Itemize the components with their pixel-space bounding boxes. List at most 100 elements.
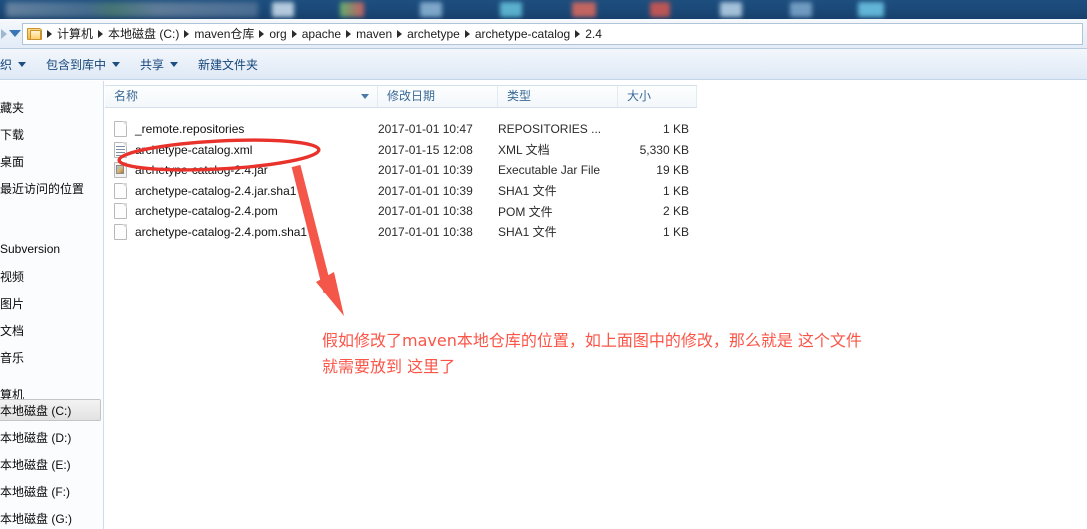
file-name-cell[interactable]: _remote.repositories xyxy=(105,121,378,138)
file-icon xyxy=(114,182,127,199)
include-in-library-button[interactable]: 包含到库中 xyxy=(36,52,130,76)
history-dropdown-icon[interactable] xyxy=(9,30,21,37)
breadcrumb-item-4[interactable]: apache xyxy=(298,24,345,44)
breadcrumb-separator-icon xyxy=(259,30,265,38)
nav-item-label: Subversion xyxy=(0,242,61,256)
nav-item-3[interactable]: 最近访问的位置 xyxy=(0,177,103,199)
file-size-cell: 2 KB xyxy=(662,204,689,219)
file-date-cell: 2017-01-01 10:38 xyxy=(378,224,473,239)
breadcrumb-item-0[interactable]: 计算机 xyxy=(53,24,97,44)
file-size-cell: 1 KB xyxy=(662,122,689,137)
taskbar-icon-7 xyxy=(720,2,742,17)
breadcrumb-separator-icon xyxy=(291,30,297,38)
file-icon xyxy=(114,121,127,138)
taskbar-icon-8 xyxy=(790,2,812,17)
nav-item-14[interactable]: 本地磁盘 (G:) xyxy=(0,507,103,529)
file-date-cell: 2017-01-01 10:39 xyxy=(378,183,473,198)
organize-label: 组织 xyxy=(0,57,13,72)
breadcrumb-item-3[interactable]: org xyxy=(265,24,290,44)
breadcrumb-separator-icon xyxy=(47,30,52,38)
nav-item-13[interactable]: 本地磁盘 (F:) xyxy=(0,480,103,502)
column-header-label: 修改日期 xyxy=(387,89,436,103)
column-header-2[interactable]: 类型 xyxy=(498,86,618,107)
file-type-cell: Executable Jar File xyxy=(498,163,601,178)
share-with-label: 共享 xyxy=(140,57,165,72)
nav-item-label: 最近访问的位置 xyxy=(0,181,85,196)
file-name-label: archetype-catalog-2.4.pom.sha1 xyxy=(135,224,308,239)
include-in-library-label: 包含到库中 xyxy=(46,57,107,72)
nav-item-10[interactable]: 本地磁盘 (C:) xyxy=(0,399,101,421)
breadcrumb-item-7[interactable]: archetype-catalog xyxy=(471,24,574,44)
breadcrumb-separator-icon xyxy=(184,30,190,38)
breadcrumb[interactable]: 计算机 本地磁盘 (C:) maven仓库 org apache maven a… xyxy=(22,23,1083,45)
file-rows: _remote.repositories 2017-01-01 10:47 REPO… xyxy=(105,119,697,242)
breadcrumb-separator-icon xyxy=(98,30,104,38)
file-name-cell[interactable]: archetype-catalog-2.4.jar.sha1 xyxy=(105,182,378,199)
nav-item-label: 本地磁盘 (D:) xyxy=(0,430,72,445)
nav-item-0[interactable]: 藏夹 xyxy=(0,96,103,118)
file-name-label: archetype-catalog-2.4.jar xyxy=(135,163,268,178)
new-folder-button[interactable]: 新建文件夹 xyxy=(188,52,268,76)
breadcrumb-item-2[interactable]: maven仓库 xyxy=(190,24,258,44)
nav-item-8[interactable]: 音乐 xyxy=(0,346,103,368)
column-header-3[interactable]: 大小 xyxy=(618,86,697,107)
column-header-1[interactable]: 修改日期 xyxy=(378,86,498,107)
table-row[interactable]: archetype-catalog-2.4.pom.sha1 2017-01-01… xyxy=(105,222,697,243)
share-with-button[interactable]: 共享 xyxy=(130,52,188,76)
column-options-chevron-down-icon[interactable] xyxy=(361,94,369,99)
nav-item-5[interactable]: 视频 xyxy=(0,265,103,287)
file-date-cell: 2017-01-15 12:08 xyxy=(378,142,473,157)
nav-item-label: 本地磁盘 (E:) xyxy=(0,457,71,472)
breadcrumb-item-5[interactable]: maven xyxy=(352,24,396,44)
nav-item-11[interactable]: 本地磁盘 (D:) xyxy=(0,426,103,448)
table-row[interactable]: archetype-catalog-2.4.jar.sha1 2017-01-01… xyxy=(105,181,697,202)
file-type-cell: XML 文档 xyxy=(498,143,550,158)
column-header-label: 大小 xyxy=(627,89,652,103)
breadcrumb-item-6[interactable]: archetype xyxy=(403,24,464,44)
blurred-taskbar-strip xyxy=(0,0,1087,19)
nav-item-label: 本地磁盘 (G:) xyxy=(0,511,72,526)
nav-item-label: 本地磁盘 (F:) xyxy=(0,484,70,499)
breadcrumb-separator-icon xyxy=(346,30,352,38)
breadcrumb-separator-icon xyxy=(464,30,470,38)
nav-item-label: 音乐 xyxy=(0,350,25,365)
file-icon xyxy=(114,203,127,220)
table-row[interactable]: _remote.repositories 2017-01-01 10:47 REPO… xyxy=(105,119,697,140)
file-name-cell[interactable]: archetype-catalog.xml xyxy=(105,141,378,158)
file-name-cell[interactable]: archetype-catalog-2.4.pom.sha1 xyxy=(105,223,378,240)
breadcrumb-item-1[interactable]: 本地磁盘 (C:) xyxy=(104,24,183,44)
address-bar: 计算机 本地磁盘 (C:) maven仓库 org apache maven a… xyxy=(0,19,1087,49)
column-header-label: 类型 xyxy=(507,89,532,103)
forward-arrow-icon[interactable] xyxy=(1,29,7,39)
file-date-cell: 2017-01-01 10:47 xyxy=(378,122,473,137)
organize-button[interactable]: 组织 xyxy=(0,52,36,76)
file-type-cell: SHA1 文件 xyxy=(498,184,557,199)
nav-item-1[interactable]: 下载 xyxy=(0,123,103,145)
file-type-cell: SHA1 文件 xyxy=(498,225,557,240)
nav-item-2[interactable]: 桌面 xyxy=(0,150,103,172)
file-type-cell: REPOSITORIES ... xyxy=(498,122,602,137)
nav-item-6[interactable]: 图片 xyxy=(0,292,103,314)
nav-item-label: 本地磁盘 (C:) xyxy=(0,403,72,418)
file-name-label: archetype-catalog-2.4.jar.sha1 xyxy=(135,183,297,198)
nav-item-label: 图片 xyxy=(0,296,25,311)
taskbar-icon-6 xyxy=(650,2,670,17)
table-row[interactable]: archetype-catalog.xml 2017-01-15 12:08 XML… xyxy=(105,140,697,161)
breadcrumb-item-8[interactable]: 2.4 xyxy=(581,24,606,44)
table-row[interactable]: archetype-catalog-2.4.jar 2017-01-01 10:3… xyxy=(105,160,697,181)
explorer-window: 计算机 本地磁盘 (C:) maven仓库 org apache maven a… xyxy=(0,0,1087,529)
table-row[interactable]: archetype-catalog-2.4.pom 2017-01-01 10:3… xyxy=(105,201,697,222)
file-name-cell[interactable]: archetype-catalog-2.4.pom xyxy=(105,203,378,220)
nav-item-label: 下载 xyxy=(0,127,25,142)
file-size-cell: 19 KB xyxy=(656,163,689,178)
command-toolbar: 组织 包含到库中 共享 新建文件夹 xyxy=(0,49,1087,80)
file-name-cell[interactable]: archetype-catalog-2.4.jar xyxy=(105,162,378,179)
nav-item-12[interactable]: 本地磁盘 (E:) xyxy=(0,453,103,475)
file-name-label: _remote.repositories xyxy=(135,122,245,137)
nav-item-4[interactable]: Subversion xyxy=(0,238,103,260)
annotation-note: 假如修改了maven本地仓库的位置，如上面图中的修改，那么就是 这个文件 就需要… xyxy=(322,331,862,376)
navigation-arrows[interactable] xyxy=(0,24,21,44)
nav-item-7[interactable]: 文档 xyxy=(0,319,103,341)
column-header-0[interactable]: 名称 xyxy=(105,86,378,107)
file-name-label: archetype-catalog.xml xyxy=(135,142,253,157)
